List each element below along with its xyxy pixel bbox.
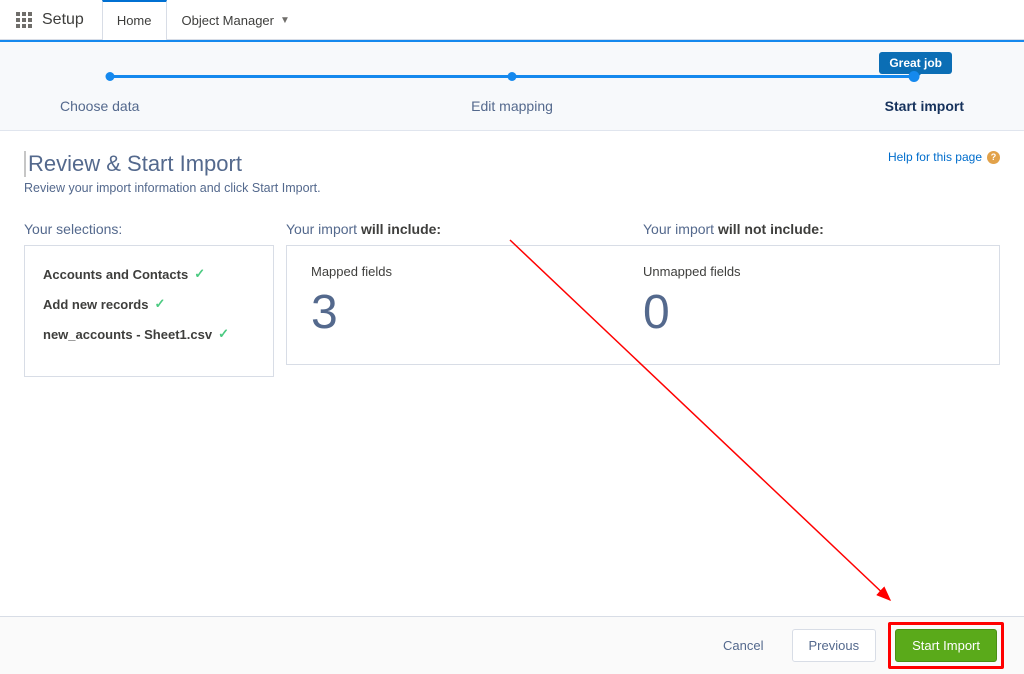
start-import-button[interactable]: Start Import — [895, 629, 997, 662]
include-column: Your import will include: Your import wi… — [286, 221, 1000, 377]
unmapped-value: 0 — [643, 285, 975, 340]
tab-object-manager[interactable]: Object Manager ▼ — [167, 0, 305, 40]
step-node-edit[interactable] — [508, 72, 517, 81]
tab-object-manager-label: Object Manager — [182, 13, 275, 28]
selection-item: Add new records ✓ — [43, 296, 255, 312]
include-title: Your import will include: — [286, 221, 643, 237]
step-node-start[interactable] — [909, 71, 920, 82]
tab-home[interactable]: Home — [102, 0, 167, 40]
unmapped-label: Unmapped fields — [643, 264, 975, 279]
exclude-title: Your import will not include: — [643, 221, 1000, 237]
selection-item: Accounts and Contacts ✓ — [43, 266, 255, 282]
step-label-choose: Choose data — [60, 98, 139, 114]
mapped-label: Mapped fields — [311, 264, 643, 279]
selections-box: Accounts and Contacts✓ Add new records✓ … — [24, 245, 274, 377]
previous-button[interactable]: Previous — [792, 629, 877, 662]
selection-item-label: new_accounts - Sheet1.csv — [43, 327, 212, 342]
selections-column: Your selections: Accounts and Contacts✓ … — [24, 221, 274, 377]
include-title-prefix: Your import — [286, 221, 361, 237]
include-box: Mapped fields 3 Unmapped fields 0 — [286, 245, 1000, 365]
step-label-edit: Edit mapping — [471, 98, 553, 114]
page-title: Review & Start Import — [24, 151, 1000, 177]
wizard-progress: Great job Choose data Edit mapping Start… — [0, 40, 1024, 131]
include-title-bold: will include: — [361, 221, 441, 237]
exclude-title-bold: will not include: — [718, 221, 824, 237]
check-icon: ✓ — [194, 266, 205, 282]
selection-item-label: Accounts and Contacts — [43, 267, 188, 282]
check-icon: ✓ — [218, 326, 229, 342]
summary-columns: Your selections: Accounts and Contacts✓ … — [24, 221, 1000, 377]
step-label-start: Start import — [885, 98, 964, 114]
setup-title: Setup — [42, 11, 84, 29]
top-nav: Setup Home Object Manager ▼ — [0, 0, 1024, 40]
help-link[interactable]: Help for this page ? — [888, 150, 1000, 164]
selections-title: Your selections: — [24, 221, 274, 237]
help-icon: ? — [987, 151, 1000, 164]
unmapped-block: Unmapped fields 0 — [643, 264, 975, 346]
mapped-block: Mapped fields 3 — [311, 264, 643, 346]
main-content: Review & Start Import Review your import… — [0, 131, 1024, 397]
page-subtitle: Review your import information and click… — [24, 181, 1000, 195]
help-link-label: Help for this page — [888, 150, 982, 164]
selection-item: new_accounts - Sheet1.csv ✓ — [43, 326, 255, 342]
app-launcher-icon[interactable] — [16, 12, 32, 28]
exclude-title-prefix: Your import — [643, 221, 718, 237]
cancel-button[interactable]: Cancel — [707, 630, 779, 661]
chevron-down-icon: ▼ — [280, 15, 290, 26]
mapped-value: 3 — [311, 285, 643, 340]
check-icon: ✓ — [154, 296, 165, 312]
annotation-highlight: Start Import — [888, 622, 1004, 669]
step-node-choose[interactable] — [106, 72, 115, 81]
selection-item-label: Add new records — [43, 297, 148, 312]
progress-track — [110, 72, 914, 80]
footer: Cancel Previous Start Import — [0, 616, 1024, 674]
tab-home-label: Home — [117, 13, 152, 28]
progress-labels: Choose data Edit mapping Start import — [60, 98, 964, 114]
